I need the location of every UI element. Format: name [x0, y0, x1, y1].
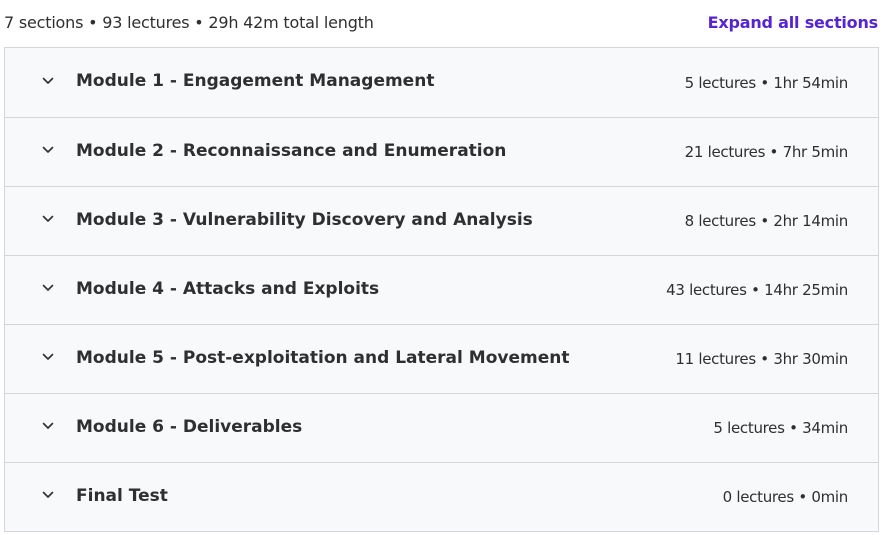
chevron-down-icon [41, 281, 55, 295]
section-row-module-3[interactable]: Module 3 - Vulnerability Discovery and A… [5, 186, 878, 255]
section-title: Module 6 - Deliverables [76, 416, 303, 437]
chevron-down-icon [41, 212, 55, 226]
section-title: Module 3 - Vulnerability Discovery and A… [76, 209, 533, 230]
section-meta: 43 lectures • 14hr 25min [666, 281, 848, 299]
section-meta: 5 lectures • 1hr 54min [684, 73, 849, 92]
section-row-final-test[interactable]: Final Test 0 lectures • 0min [5, 462, 878, 531]
section-row-module-5[interactable]: Module 5 - Post-exploitation and Lateral… [5, 324, 878, 393]
section-meta: 0 lectures • 0min [722, 488, 849, 506]
section-row-module-6[interactable]: Module 6 - Deliverables 5 lectures • 34m… [5, 393, 878, 462]
section-title: Module 1 - Engagement Management [76, 71, 435, 91]
chevron-down-icon [41, 419, 55, 433]
section-meta: 11 lectures • 3hr 30min [675, 350, 848, 368]
course-summary: 7 sections • 93 lectures • 29h 42m total… [4, 12, 374, 32]
section-title: Module 2 - Reconnaissance and Enumeratio… [76, 140, 507, 161]
section-meta: 8 lectures • 2hr 14min [684, 212, 849, 230]
expand-all-sections-button[interactable]: Expand all sections [708, 13, 879, 32]
chevron-down-icon [41, 143, 55, 157]
chevron-down-icon [41, 74, 55, 88]
section-meta: 5 lectures • 34min [713, 419, 848, 437]
section-row-module-1[interactable]: Module 1 - Engagement Management 5 lectu… [5, 48, 878, 117]
section-list: Module 1 - Engagement Management 5 lectu… [4, 47, 879, 532]
section-row-module-4[interactable]: Module 4 - Attacks and Exploits 43 lectu… [5, 255, 878, 324]
course-content-header: 7 sections • 93 lectures • 29h 42m total… [0, 0, 884, 44]
chevron-down-icon [41, 488, 55, 502]
section-title: Module 4 - Attacks and Exploits [76, 278, 380, 299]
section-meta: 21 lectures • 7hr 5min [684, 143, 849, 161]
section-title: Final Test [76, 485, 168, 506]
section-row-module-2[interactable]: Module 2 - Reconnaissance and Enumeratio… [5, 117, 878, 186]
section-title: Module 5 - Post-exploitation and Lateral… [76, 347, 570, 368]
chevron-down-icon [41, 350, 55, 364]
